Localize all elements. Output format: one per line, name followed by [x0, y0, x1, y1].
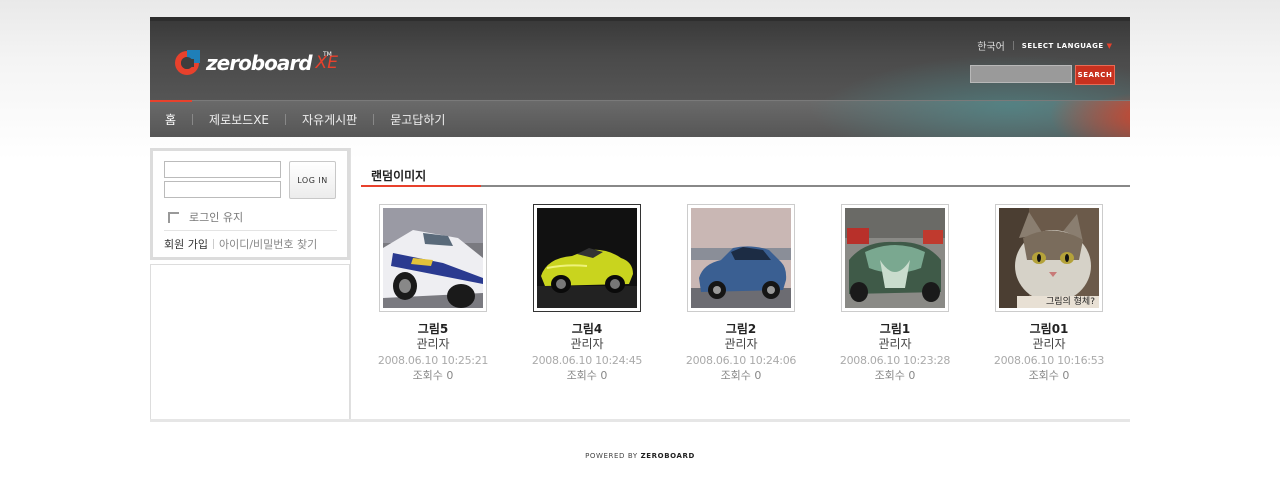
zeroboard-logo-icon — [174, 50, 204, 76]
item-views: 조회수 0 — [1028, 369, 1070, 382]
nav-item-free-board[interactable]: 자유게시판 — [286, 101, 373, 138]
item-author: 관리자 — [1032, 337, 1066, 351]
footer-powered-by: POWERED BY — [585, 452, 638, 460]
item-author: 관리자 — [878, 337, 912, 351]
gallery-item: 그림5 관리자 2008.06.10 10:25:21 조회수 0 — [363, 204, 503, 383]
blue-sedan-image — [691, 208, 791, 308]
item-date: 2008.06.10 10:24:06 — [685, 354, 797, 367]
logo-wordmark: zeroboard — [206, 51, 313, 75]
search-input[interactable] — [970, 65, 1072, 83]
yellow-convertible-image — [537, 208, 637, 308]
item-title[interactable]: 그림4 — [517, 322, 657, 337]
cat-image: 그림의 형체? — [999, 208, 1099, 308]
language-selector: 한국어 SELECT LANGUAGE ▼ — [977, 38, 1112, 53]
language-divider — [1012, 41, 1014, 50]
content-bottom-border — [150, 419, 1130, 422]
item-views: 조회수 0 — [566, 369, 608, 382]
main-content: 랜덤이미지 그림5 관리자 2008.06.10 10:25:21 조회수 0 … — [350, 148, 1130, 419]
link-divider — [212, 239, 214, 249]
gallery-thumbnail[interactable] — [841, 204, 949, 312]
item-author: 관리자 — [724, 337, 758, 351]
search-button[interactable]: SEARCH — [1075, 65, 1115, 85]
login-box: LOG IN 로그인 유지 회원 가입 아이디/비밀번호 찾기 — [150, 148, 350, 260]
current-language[interactable]: 한국어 — [977, 38, 1005, 53]
search-form: SEARCH — [970, 65, 1115, 85]
item-date: 2008.06.10 10:23:28 — [839, 354, 951, 367]
chevron-down-icon[interactable]: ▼ — [1107, 42, 1112, 50]
item-title[interactable]: 그림01 — [979, 322, 1119, 337]
gallery-thumbnail[interactable] — [379, 204, 487, 312]
section-title: 랜덤이미지 — [371, 169, 427, 183]
item-author: 관리자 — [416, 337, 450, 351]
cat-image-caption: 그림의 형체? — [1045, 297, 1095, 307]
sidebar-widget-area — [150, 264, 350, 419]
item-views: 조회수 0 — [412, 369, 454, 382]
signup-link[interactable]: 회원 가입 — [164, 236, 208, 252]
item-title[interactable]: 그림2 — [671, 322, 811, 337]
find-account-link[interactable]: 아이디/비밀번호 찾기 — [219, 236, 317, 252]
section-title-accent — [361, 185, 481, 187]
police-car-image — [383, 208, 483, 308]
login-divider — [164, 230, 337, 231]
gallery-item: 그림4 관리자 2008.06.10 10:24:45 조회수 0 — [517, 204, 657, 383]
random-image-gallery: 그림5 관리자 2008.06.10 10:25:21 조회수 0 그림4 관리… — [376, 204, 1136, 384]
item-views: 조회수 0 — [720, 369, 762, 382]
gallery-item: 그림1 관리자 2008.06.10 10:23:28 조회수 0 — [825, 204, 965, 383]
logo-trademark: TM — [323, 51, 332, 58]
nav-item-qna[interactable]: 묻고답하기 — [374, 101, 461, 138]
item-date: 2008.06.10 10:24:45 — [531, 354, 643, 367]
gallery-item: 그림의 형체? 그림01 관리자 2008.06.10 10:16:53 조회수… — [979, 204, 1119, 383]
item-views: 조회수 0 — [874, 369, 916, 382]
item-date: 2008.06.10 10:25:21 — [377, 354, 489, 367]
password-field[interactable] — [164, 181, 281, 198]
site-header: zeroboard TM XE 한국어 SELECT LANGUAGE ▼ SE… — [150, 17, 1130, 100]
user-id-field[interactable] — [164, 161, 281, 178]
item-author: 관리자 — [570, 337, 604, 351]
gallery-thumbnail[interactable] — [687, 204, 795, 312]
login-links: 회원 가입 아이디/비밀번호 찾기 — [164, 236, 317, 252]
item-title[interactable]: 그림1 — [825, 322, 965, 337]
gallery-item: 그림2 관리자 2008.06.10 10:24:06 조회수 0 — [671, 204, 811, 383]
keep-login-checkbox[interactable] — [168, 211, 179, 223]
login-button[interactable]: LOG IN — [289, 161, 336, 199]
footer-brand-link[interactable]: ZEROBOARD — [641, 452, 695, 460]
gallery-thumbnail[interactable] — [533, 204, 641, 312]
nav-item-home[interactable]: 홈 — [150, 99, 193, 138]
main-nav: 홈 제로보드XE 자유게시판 묻고답하기 — [150, 99, 1130, 138]
item-title[interactable]: 그림5 — [363, 322, 503, 337]
item-date: 2008.06.10 10:16:53 — [993, 354, 1105, 367]
select-language-link[interactable]: SELECT LANGUAGE — [1022, 42, 1104, 50]
site-footer: POWERED BY ZEROBOARD — [0, 452, 1280, 460]
site-logo[interactable]: zeroboard TM XE — [174, 48, 338, 78]
page-wrapper: zeroboard TM XE 한국어 SELECT LANGUAGE ▼ SE… — [150, 17, 1130, 422]
keep-login-label: 로그인 유지 — [189, 211, 244, 224]
nav-item-zeroboard-xe[interactable]: 제로보드XE — [193, 101, 285, 138]
gallery-thumbnail[interactable]: 그림의 형체? — [995, 204, 1103, 312]
dragon-car-image — [845, 208, 945, 308]
keep-login-option[interactable]: 로그인 유지 — [168, 209, 243, 225]
